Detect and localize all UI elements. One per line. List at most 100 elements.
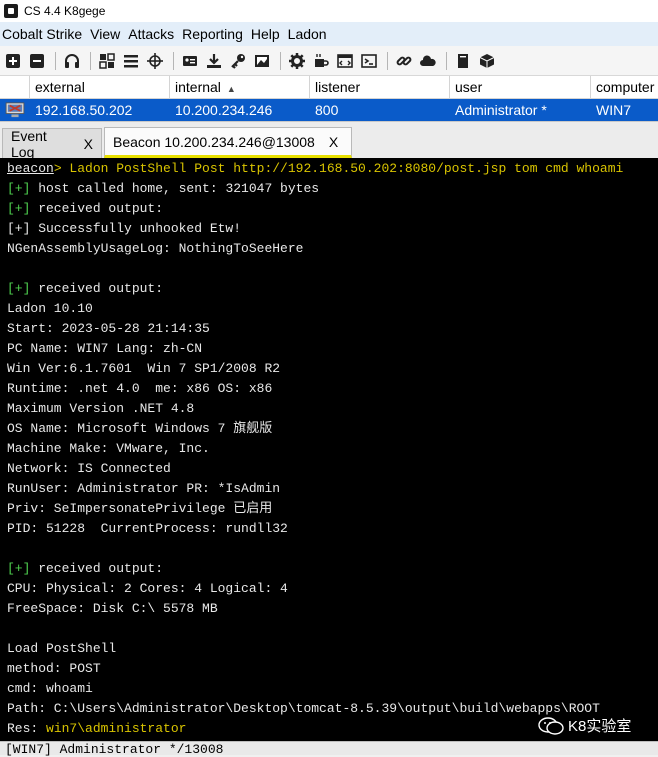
menu-attacks[interactable]: Attacks	[125, 26, 179, 42]
book-icon[interactable]	[452, 50, 474, 72]
console-text: cmd: whoami	[7, 681, 93, 696]
column-header-computer[interactable]: computer	[591, 76, 658, 98]
beacon-console-output[interactable]: beacon> Ladon PostShell Post http://192.…	[0, 158, 658, 741]
console-line: Priv: SeImpersonatePrivilege 已启用	[0, 499, 658, 519]
column-header-listener[interactable]: listener	[310, 76, 450, 98]
console-text: received output:	[30, 201, 164, 216]
key-icon[interactable]	[227, 50, 249, 72]
console-text: [+]	[7, 201, 31, 216]
column-header-external[interactable]: external	[30, 76, 170, 98]
menu-bar: Cobalt Strike View Attacks Reporting Hel…	[0, 22, 658, 46]
console-line: Ladon 10.10	[0, 299, 658, 319]
window-title: CS 4.4 K8gege	[24, 4, 106, 18]
console-text: Network: IS Connected	[7, 461, 171, 476]
close-tab-event-log-icon[interactable]: X	[84, 136, 93, 152]
console-text: PID: 51228 CurrentProcess: rundll32	[7, 521, 288, 536]
menu-reporting[interactable]: Reporting	[179, 26, 248, 42]
console-text: [+]	[7, 281, 31, 296]
session-table-icon[interactable]	[120, 50, 142, 72]
console-text: RunUser: Administrator PR: *IsAdmin	[7, 481, 281, 496]
console-text: Runtime: .net 4.0 me: x86 OS: x86	[7, 381, 273, 396]
watermark: K8实验室	[538, 715, 631, 736]
toolbar-separator	[90, 51, 91, 70]
console-text: received output:	[30, 281, 164, 296]
console-text: win7\administrator	[46, 721, 187, 736]
console-line: [+] host called home, sent: 321047 bytes	[0, 179, 658, 199]
console-text: Win Ver:6.1.7601 Win 7 SP1/2008 R2	[7, 361, 281, 376]
console-text: method: POST	[7, 661, 101, 676]
console-line: Load PostShell	[0, 639, 658, 659]
console-line: PID: 51228 CurrentProcess: rundll32	[0, 519, 658, 539]
pivot-graph-icon[interactable]	[96, 50, 118, 72]
console-line: cmd: whoami	[0, 679, 658, 699]
console-line: Network: IS Connected	[0, 459, 658, 479]
console-text: Start: 2023-05-28 21:14:35	[7, 321, 210, 336]
app-logo-icon	[4, 4, 18, 18]
tab-beacon-label: Beacon 10.200.234.246@13008	[113, 133, 315, 150]
cell-external: 192.168.50.202	[35, 102, 133, 118]
toolbar-separator	[55, 51, 56, 70]
console-line: CPU: Physical: 2 Cores: 4 Logical: 4	[0, 579, 658, 599]
tab-beacon[interactable]: Beacon 10.200.234.246@13008 X	[104, 127, 352, 158]
console-text: [+]	[7, 181, 31, 196]
link-icon[interactable]	[393, 50, 415, 72]
console-line: method: POST	[0, 659, 658, 679]
console-text: beacon	[7, 161, 54, 176]
console-line: Machine Make: VMware, Inc.	[0, 439, 658, 459]
crosshair-icon[interactable]	[144, 50, 166, 72]
cell-user: Administrator *	[455, 102, 547, 118]
console-text: Priv: SeImpersonatePrivilege 已启用	[7, 501, 273, 516]
console-text: PC Name: WIN7 Lang: zh-CN	[7, 341, 203, 356]
toolbar-separator	[387, 51, 388, 70]
menu-ladon[interactable]: Ladon	[285, 26, 332, 42]
minus-icon[interactable]	[26, 50, 48, 72]
console-text: Res:	[7, 721, 47, 736]
menu-view[interactable]: View	[87, 26, 125, 42]
toolbar-separator	[173, 51, 174, 70]
tab-event-log[interactable]: Event Log X	[2, 127, 102, 160]
cloud-icon[interactable]	[417, 50, 439, 72]
menu-help[interactable]: Help	[248, 26, 285, 42]
tab-strip: Event Log X Beacon 10.200.234.246@13008 …	[0, 121, 658, 160]
menu-cobalt-strike[interactable]: Cobalt Strike	[0, 26, 87, 42]
console-line: Runtime: .net 4.0 me: x86 OS: x86	[0, 379, 658, 399]
download-icon[interactable]	[203, 50, 225, 72]
tab-event-log-label: Event Log	[11, 127, 47, 160]
credentials-icon[interactable]	[179, 50, 201, 72]
console-text: [+]	[7, 561, 31, 576]
status-bar: [WIN7] Administrator */13008	[0, 741, 658, 757]
web-drive-by-icon[interactable]	[334, 50, 356, 72]
column-header-internal[interactable]: internal ▲	[170, 76, 310, 98]
console-text: > Ladon PostShell Post http://192.168.50…	[53, 161, 624, 176]
console-text: FreeSpace: Disk C:\ 5578 MB	[7, 601, 218, 616]
headphones-icon[interactable]	[61, 50, 83, 72]
console-line: Maximum Version .NET 4.8	[0, 399, 658, 419]
screenshot-icon[interactable]	[251, 50, 273, 72]
gear-icon[interactable]	[286, 50, 308, 72]
sort-ascending-icon: ▲	[226, 84, 236, 94]
toolbar	[0, 46, 658, 76]
console-line: beacon> Ladon PostShell Post http://192.…	[0, 159, 658, 179]
session-table-header: external internal ▲ listener user compute…	[0, 76, 658, 99]
console-text: Path: C:\Users\Administrator\Desktop\tom…	[7, 701, 600, 716]
cube-icon[interactable]	[476, 50, 498, 72]
console-text: Load PostShell	[7, 641, 117, 656]
console-text: [+] Successfully unhooked Etw!	[7, 221, 242, 236]
close-tab-beacon-icon[interactable]: X	[329, 134, 338, 150]
session-row[interactable]: 192.168.50.202 10.200.234.246 800 Admini…	[0, 99, 658, 121]
wechat-logo-icon	[538, 716, 564, 735]
cell-internal: 10.200.234.246	[175, 102, 273, 118]
terminal-icon[interactable]	[358, 50, 380, 72]
console-line: [+] Successfully unhooked Etw!	[0, 219, 658, 239]
column-header-icon[interactable]	[0, 76, 30, 98]
coffee-icon[interactable]	[310, 50, 332, 72]
console-text: Maximum Version .NET 4.8	[7, 401, 195, 416]
console-line: RunUser: Administrator PR: *IsAdmin	[0, 479, 658, 499]
plus-icon[interactable]	[2, 50, 24, 72]
column-header-user[interactable]: user	[450, 76, 591, 98]
console-text: CPU: Physical: 2 Cores: 4 Logical: 4	[7, 581, 288, 596]
console-text: OS Name: Microsoft Windows 7 旗舰版	[7, 421, 273, 436]
title-bar: CS 4.4 K8gege	[0, 0, 658, 22]
